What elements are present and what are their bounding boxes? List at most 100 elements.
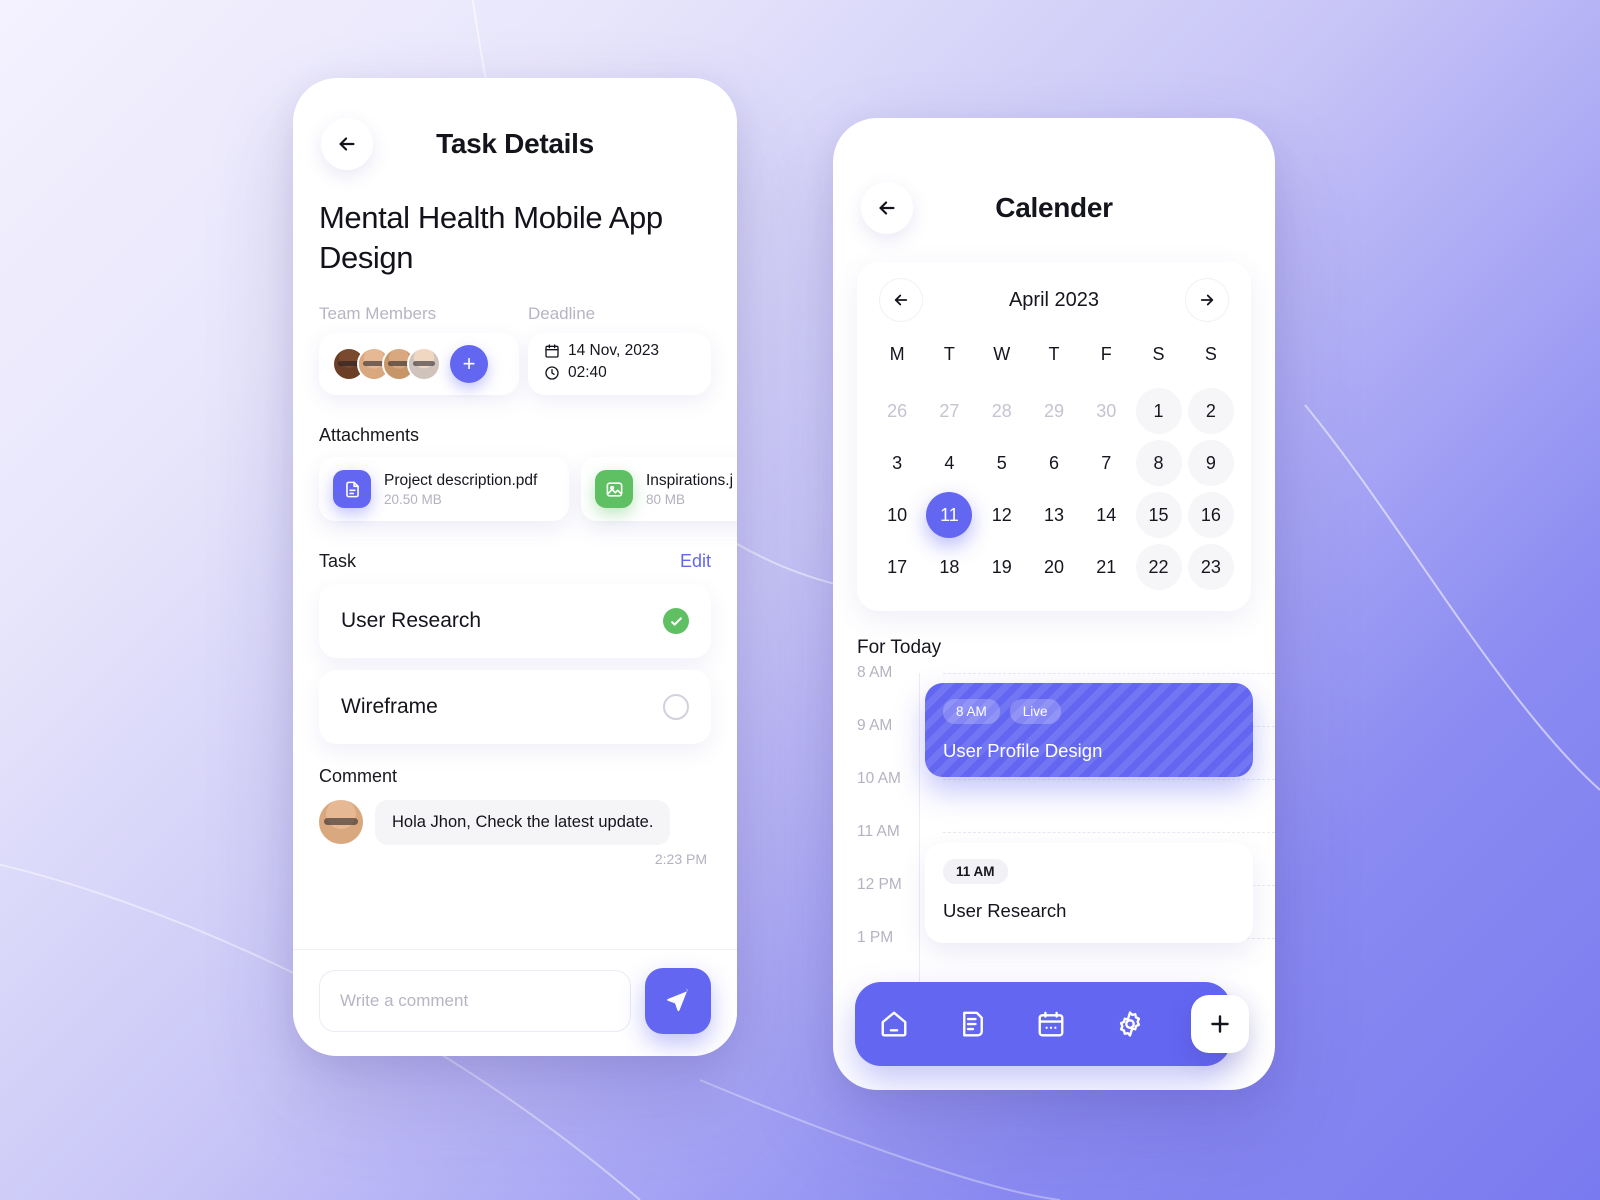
agenda-hour-label: 11 AM <box>857 823 900 840</box>
comment-text: Hola Jhon, Check the latest update. <box>375 800 671 845</box>
calendar-day-selected[interactable]: 11 <box>926 492 973 538</box>
back-button[interactable] <box>861 182 913 234</box>
task-item-label: Wireframe <box>341 695 438 718</box>
month-navigation: April 2023 <box>871 278 1237 322</box>
prev-month-button[interactable] <box>879 278 923 322</box>
calendar-day-cell: 30 <box>1080 385 1132 437</box>
calendar-day[interactable]: 27 <box>926 388 972 434</box>
calendar-day-cell: 29 <box>1028 385 1080 437</box>
calendar-day[interactable]: 13 <box>1031 492 1077 538</box>
deadline-label: Deadline <box>528 304 596 323</box>
send-comment-button[interactable] <box>645 968 711 1034</box>
calendar-day[interactable]: 23 <box>1187 544 1234 590</box>
calendar-day[interactable]: 1 <box>1135 388 1182 434</box>
agenda-hour-label: 12 PM <box>857 876 902 893</box>
tab-calendar[interactable] <box>1036 1009 1066 1039</box>
calendar-day[interactable]: 10 <box>874 492 920 538</box>
calendar-day-cell: 13 <box>1028 489 1080 541</box>
calendar-day[interactable]: 22 <box>1135 544 1182 590</box>
attachment-item[interactable]: Inspirations.j 80 MB <box>581 457 737 521</box>
calendar-header: Calender <box>833 118 1275 234</box>
calendar-day[interactable]: 12 <box>979 492 1025 538</box>
calendar-day[interactable]: 30 <box>1083 388 1129 434</box>
next-month-button[interactable] <box>1185 278 1229 322</box>
agenda-event[interactable]: 11 AM User Research <box>925 843 1253 943</box>
task-heading: Task <box>319 551 357 571</box>
calendar-day-cell: 6 <box>1028 437 1080 489</box>
calendar-day[interactable]: 9 <box>1187 440 1234 486</box>
task-list: User Research Wireframe <box>293 584 737 744</box>
dow-label: M <box>889 344 905 364</box>
edit-tasks-button[interactable]: Edit <box>680 551 711 572</box>
agenda-hour-label: 9 AM <box>857 717 893 734</box>
task-item[interactable]: User Research <box>319 584 711 658</box>
calendar-day[interactable]: 19 <box>979 544 1025 590</box>
add-event-button[interactable] <box>1191 995 1249 1053</box>
project-title: Mental Health Mobile App Design <box>319 200 663 275</box>
calendar-day[interactable]: 15 <box>1135 492 1182 538</box>
calendar-day[interactable]: 29 <box>1031 388 1077 434</box>
comment-heading: Comment <box>319 766 398 786</box>
calendar-icon <box>1038 1011 1064 1037</box>
attachment-size: 80 MB <box>646 491 686 507</box>
back-button[interactable] <box>321 118 373 170</box>
attachments-header: Attachments <box>293 425 737 446</box>
calendar-days-grid: 26 27 28 29 30 1 2 3 4 5 6 7 8 9 10 11 12 13 14 15 16 17 18 19 2… <box>871 385 1237 593</box>
calendar-day[interactable]: 14 <box>1083 492 1129 538</box>
calendar-day[interactable]: 20 <box>1031 544 1077 590</box>
app-mockup-canvas: Task Details Mental Health Mobile App De… <box>0 0 1600 1200</box>
avatar-group <box>332 347 441 381</box>
calendar-day-cell: 7 <box>1080 437 1132 489</box>
calendar-day[interactable]: 7 <box>1083 440 1129 486</box>
calendar-day[interactable]: 4 <box>926 440 972 486</box>
document-icon <box>333 470 371 508</box>
calendar-day-cell: 9 <box>1185 437 1237 489</box>
calendar-day[interactable]: 26 <box>874 388 920 434</box>
avatar <box>319 800 363 844</box>
event-title: User Research <box>943 900 1067 921</box>
dow-label: T <box>943 344 955 364</box>
event-title: User Profile Design <box>943 740 1103 761</box>
calendar-day-cell: 22 <box>1132 541 1184 593</box>
current-month-label: April 2023 <box>1008 288 1100 311</box>
calendar-day[interactable]: 21 <box>1083 544 1129 590</box>
calendar-day[interactable]: 28 <box>979 388 1025 434</box>
arrow-left-icon <box>879 201 895 215</box>
calendar-day[interactable]: 18 <box>926 544 972 590</box>
calendar-day-cell: 27 <box>923 385 975 437</box>
comment-input[interactable] <box>319 970 631 1032</box>
calendar-day[interactable]: 2 <box>1187 388 1234 434</box>
dow-label: W <box>993 344 1011 364</box>
image-icon <box>595 470 633 508</box>
circle-outline-icon[interactable] <box>663 694 689 720</box>
calendar-day[interactable]: 3 <box>874 440 920 486</box>
calendar-day[interactable]: 5 <box>979 440 1025 486</box>
calendar-day-cell: 8 <box>1132 437 1184 489</box>
task-item[interactable]: Wireframe <box>319 670 711 744</box>
calendar-day-cell: 1 <box>1132 385 1184 437</box>
tab-home[interactable] <box>879 1009 909 1039</box>
calendar-day[interactable]: 16 <box>1187 492 1234 538</box>
calendar-day-cell: 23 <box>1185 541 1237 593</box>
calendar-day[interactable]: 8 <box>1135 440 1182 486</box>
calendar-day-cell: 21 <box>1080 541 1132 593</box>
agenda-event-live[interactable]: 8 AM Live User Profile Design <box>925 683 1253 777</box>
dow-label: T <box>1048 344 1060 364</box>
arrow-left-icon <box>339 137 355 151</box>
attachment-name: Project description.pdf <box>384 471 538 489</box>
attachment-item[interactable]: Project description.pdf 20.50 MB <box>319 457 569 521</box>
add-member-button[interactable]: + <box>450 345 488 383</box>
calendar-day-cell: 10 <box>871 489 923 541</box>
calendar-day[interactable]: 6 <box>1031 440 1077 486</box>
check-circle-icon[interactable] <box>663 608 689 634</box>
calendar-day[interactable]: 17 <box>874 544 920 590</box>
tab-tasks[interactable] <box>958 1009 988 1039</box>
deadline-date: 14 Nov, 2023 <box>568 342 660 359</box>
task-item-label: User Research <box>341 609 482 632</box>
deadline-date-row: 14 Nov, 2023 <box>544 342 711 360</box>
team-members-card[interactable]: + <box>319 333 519 395</box>
tab-settings[interactable] <box>1115 1009 1145 1039</box>
deadline-time: 02:40 <box>568 364 607 381</box>
plus-icon <box>1211 1015 1229 1033</box>
bottom-tab-bar <box>855 982 1231 1066</box>
